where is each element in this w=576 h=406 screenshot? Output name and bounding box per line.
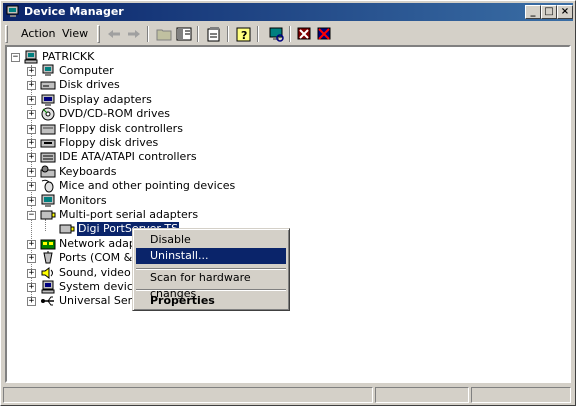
tree-category-label[interactable]: DVD/CD-ROM drives [59,107,170,121]
tree-expander[interactable]: + [27,139,36,148]
toolbar-separator [289,26,291,42]
back-button[interactable] [105,25,123,43]
ctx-disable[interactable]: Disable [136,232,286,248]
forward-icon [128,30,140,38]
system-device-icon [41,280,55,294]
menu-grip[interactable] [5,25,8,43]
tree-category-label[interactable]: IDE ATA/ATAPI controllers [59,150,197,164]
tree-root-label[interactable]: PATRICKK [42,50,94,64]
ide-controller-icon [40,152,56,163]
device-manager-app-icon [6,5,19,17]
scan-hardware-icon [269,27,284,42]
toolbar-separator [257,26,259,42]
menu-view[interactable]: View [62,27,88,40]
mouse-icon [41,179,54,193]
tree-category-label[interactable]: Display adapters [59,93,152,107]
tree-category-label[interactable]: Computer [59,64,114,78]
tree-expander[interactable]: + [27,269,36,278]
menu-action[interactable]: Action [21,27,55,40]
ctx-uninstall[interactable]: Uninstall... [136,248,286,264]
network-adapter-icon [40,239,56,250]
status-pane-2 [375,387,469,403]
toolbar-separator [147,26,149,42]
floppy-controller-icon [40,124,56,135]
help-icon: ? [236,27,251,42]
tree-expander[interactable]: + [27,67,36,76]
tree-category-label[interactable]: Mice and other pointing devices [59,179,235,193]
disable-button[interactable] [315,25,333,43]
tree-expander[interactable]: + [27,125,36,134]
back-icon [108,30,120,38]
tree-expander[interactable]: + [27,197,36,206]
close-button[interactable]: × [557,5,573,19]
ctx-separator [136,289,286,291]
serial-adapter-icon [40,210,56,220]
port-icon [43,251,53,264]
disable-icon [317,27,331,40]
window-title: Device Manager [24,5,124,18]
tree-expander[interactable]: + [27,81,36,90]
computer-icon [42,64,54,76]
tree-expander[interactable]: + [27,240,36,249]
tree-expander[interactable]: + [27,168,36,177]
uninstall-button[interactable] [295,25,313,43]
status-pane-main [3,387,373,403]
floppy-drive-icon [40,139,56,148]
title-bar[interactable]: Device Manager _ □ × [3,3,573,21]
toolbar-separator [197,26,199,42]
svg-text:?: ? [241,29,247,42]
toolbar-grip[interactable] [97,25,100,43]
device-tree-pane[interactable]: − PATRICKK + Computer + Disk drives + Display… [5,45,571,383]
properties-icon [207,27,220,42]
toolbar-separator [227,26,229,42]
maximize-button[interactable]: □ [541,5,557,19]
tree-expander[interactable]: + [27,110,36,119]
tree-category-label[interactable]: Monitors [59,194,107,208]
show-hide-tree-icon [176,27,192,41]
keyboard-icon [40,165,56,178]
sound-icon [41,267,53,279]
ctx-scan-hardware[interactable]: Scan for hardware changes [136,270,286,300]
cdrom-icon [41,107,55,121]
forward-button[interactable] [125,25,143,43]
tree-expander[interactable]: + [27,297,36,306]
up-folder-button[interactable] [155,25,173,43]
tree-category-label[interactable]: Floppy disk drives [59,136,158,150]
menu-toolbar: Action View ? [5,24,571,44]
tree-category-label[interactable]: Floppy disk controllers [59,122,183,136]
disk-drive-icon [40,81,56,90]
uninstall-icon [297,27,311,40]
device-manager-window: Device Manager _ □ × Action View ? − PAT… [0,0,576,406]
ctx-properties[interactable]: Properties [136,293,286,309]
tree-category-label[interactable]: Keyboards [59,165,116,179]
usb-icon [41,296,54,306]
tree-expander[interactable]: + [27,254,36,263]
tree-category-label[interactable]: Multi-port serial adapters [59,208,198,222]
help-button[interactable]: ? [235,25,253,43]
properties-button[interactable] [205,25,223,43]
display-adapter-icon [41,94,55,106]
computer-root-icon [24,50,38,64]
root-expander[interactable]: − [11,53,20,62]
tree-expander[interactable]: + [27,153,36,162]
status-bar [3,387,573,403]
scan-hardware-button[interactable] [267,25,285,43]
tree-category-label[interactable]: Disk drives [59,78,120,92]
serial-device-icon [59,224,75,234]
tree-expander[interactable]: − [27,211,36,220]
show-hide-tree-button[interactable] [175,25,193,43]
status-pane-3 [471,387,571,403]
context-menu: Disable Uninstall... Scan for hardware c… [132,228,290,311]
tree-expander[interactable]: + [27,182,36,191]
monitor-icon [41,194,55,207]
tree-expander[interactable]: + [27,96,36,105]
up-folder-icon [156,29,172,41]
minimize-button[interactable]: _ [525,5,541,19]
tree-expander[interactable]: + [27,283,36,292]
